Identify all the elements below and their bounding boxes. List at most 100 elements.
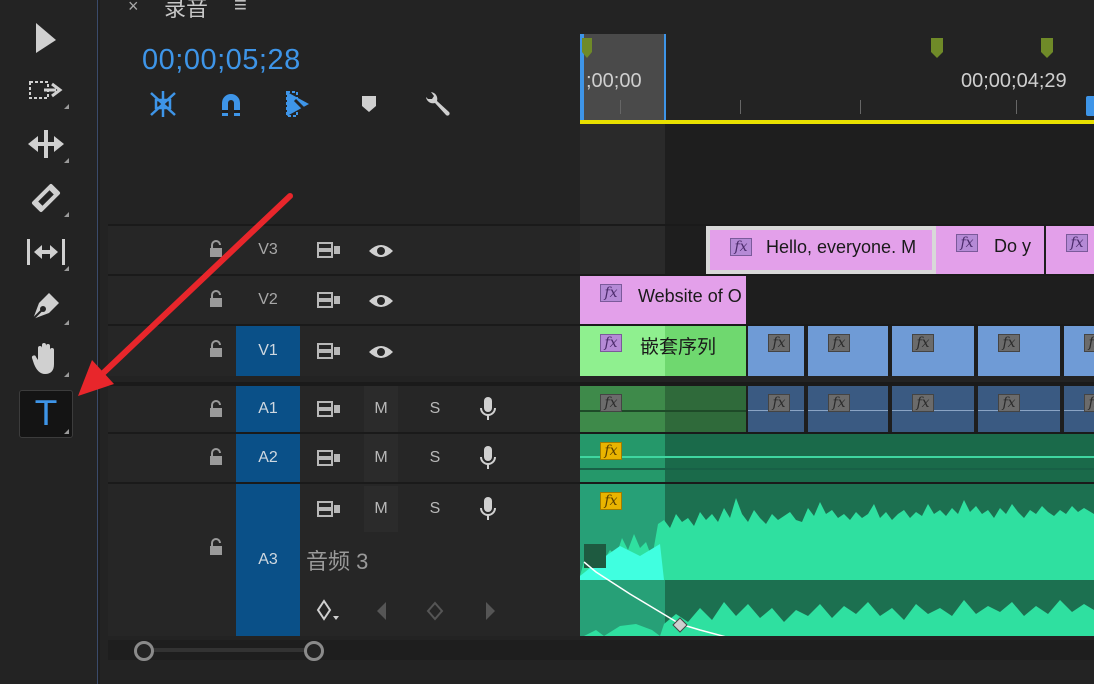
slip-tool-button[interactable] [20,230,72,274]
clip-a1[interactable]: fx [748,386,806,432]
linked-selection-button[interactable] [282,88,316,120]
clip-v1-nested[interactable]: fx 嵌套序列 [580,326,748,376]
marker-icon[interactable] [1040,38,1054,60]
track-name-a3[interactable]: A3 [236,484,300,636]
fx-badge[interactable]: fx [768,334,790,352]
scroll-handle-left[interactable] [134,641,154,661]
clip-v1[interactable]: fx [978,326,1062,376]
previous-keyframe-icon[interactable] [374,600,390,622]
marker-icon[interactable] [580,38,594,60]
fx-badge[interactable]: fx [600,394,622,412]
track-label-a3[interactable]: 音频 3 [306,544,368,576]
clip-a1[interactable]: fx [978,386,1062,432]
fx-badge[interactable]: fx [1084,394,1094,412]
lock-icon[interactable] [207,340,225,358]
fx-badge[interactable]: fx [600,334,622,352]
lock-icon[interactable] [207,240,225,258]
fx-badge[interactable]: fx [600,284,622,302]
clip-v1[interactable]: fx [1064,326,1094,376]
timeline-settings-button[interactable] [420,88,454,120]
marker-icon[interactable] [930,38,944,60]
track-name-a2[interactable]: A2 [236,434,300,482]
clip-v1[interactable]: fx [748,326,806,376]
fx-badge[interactable]: fx [600,442,622,460]
lane-a1: fx fx fx fx fx fx [580,382,1094,432]
audio-waveform [580,498,1094,636]
add-marker-button[interactable] [352,88,386,120]
fx-badge[interactable]: fx [828,334,850,352]
fx-badge[interactable]: fx [912,334,934,352]
lock-icon[interactable] [207,400,225,418]
lock-icon[interactable] [207,538,225,556]
sequence-title: 录音 [164,0,209,21]
clip-a1[interactable]: fx [892,386,976,432]
sync-lock-icon[interactable] [316,291,342,309]
panel-menu-icon[interactable]: ≡ [234,0,247,18]
ripple-edit-tool-button[interactable] [20,122,72,166]
fx-badge[interactable]: fx [1066,234,1088,252]
clip-a3[interactable]: fx [580,484,1094,636]
scroll-handle-right[interactable] [304,641,324,661]
solo-button[interactable]: S [418,434,452,482]
sync-lock-icon[interactable] [316,342,342,360]
clip-a1[interactable]: fx [808,386,890,432]
track-select-tool-button[interactable] [20,68,72,112]
fx-badge[interactable]: fx [912,394,934,412]
voiceover-record-mic-icon[interactable] [478,496,498,522]
toggle-output-eye-icon[interactable] [367,242,395,260]
fx-badge[interactable]: fx [998,334,1020,352]
track-name-v1[interactable]: V1 [236,326,300,376]
clip-v3-1[interactable]: fx Hello, everyone. M [706,226,936,274]
hand-tool-icon [31,343,54,374]
track-name-a1[interactable]: A1 [236,386,300,432]
clip-title: Do y [994,236,1032,256]
lock-icon[interactable] [207,448,225,466]
mute-button[interactable]: M [364,386,398,432]
mute-button[interactable]: M [364,486,398,532]
add-marker-icon [362,96,376,112]
sync-lock-icon[interactable] [316,400,342,418]
track-name-v2[interactable]: V2 [236,276,300,324]
fx-badge[interactable]: fx [828,394,850,412]
keyframe-options-icon[interactable] [316,598,342,624]
hand-tool-button[interactable] [20,336,72,380]
fx-badge[interactable]: fx [768,394,790,412]
clip-v1[interactable]: fx [892,326,976,376]
solo-button[interactable]: S [418,386,452,432]
clip-a2[interactable]: fx [580,434,1094,482]
fx-badge[interactable]: fx [956,234,978,252]
snap-button[interactable] [214,88,248,120]
mute-button[interactable]: M [364,434,398,482]
clip-v1[interactable]: fx [808,326,890,376]
toggle-output-eye-icon[interactable] [367,292,395,310]
sync-lock-icon[interactable] [316,449,342,467]
clip-v3-3[interactable]: fx [1046,226,1094,274]
close-panel-button[interactable]: × [128,0,139,17]
fx-badge[interactable]: fx [998,394,1020,412]
clip-a1[interactable]: fx [1064,386,1094,432]
clip-v3-2[interactable]: fx Do y [936,226,1046,274]
nest-toggle-button[interactable] [146,88,180,120]
voiceover-record-mic-icon[interactable] [478,396,498,422]
toggle-output-eye-icon[interactable] [367,343,395,361]
clip-a1-nested[interactable]: fx [580,386,748,432]
solo-button[interactable]: S [418,486,452,532]
timeline-scrollbar[interactable] [108,640,1094,660]
fx-badge[interactable]: fx [730,238,752,256]
track-name-v3[interactable]: V3 [236,226,300,274]
pen-tool-button[interactable] [20,284,72,328]
add-keyframe-icon[interactable] [426,601,444,621]
clip-v2-1[interactable]: fx Website of O [580,276,748,324]
fx-badge[interactable]: fx [1084,334,1094,352]
next-keyframe-icon[interactable] [482,600,498,622]
sync-lock-icon[interactable] [316,241,342,259]
type-tool-button[interactable]: T [19,390,73,438]
voiceover-record-mic-icon[interactable] [478,445,498,471]
selection-tool-button[interactable] [20,16,72,60]
lock-icon[interactable] [207,290,225,308]
track-header-a1: A1 M S [108,382,580,432]
razor-tool-button[interactable] [20,176,72,220]
fx-badge[interactable]: fx [600,492,622,510]
sync-lock-icon[interactable] [316,500,342,518]
playhead-timecode[interactable]: 00;00;05;28 [142,44,301,77]
